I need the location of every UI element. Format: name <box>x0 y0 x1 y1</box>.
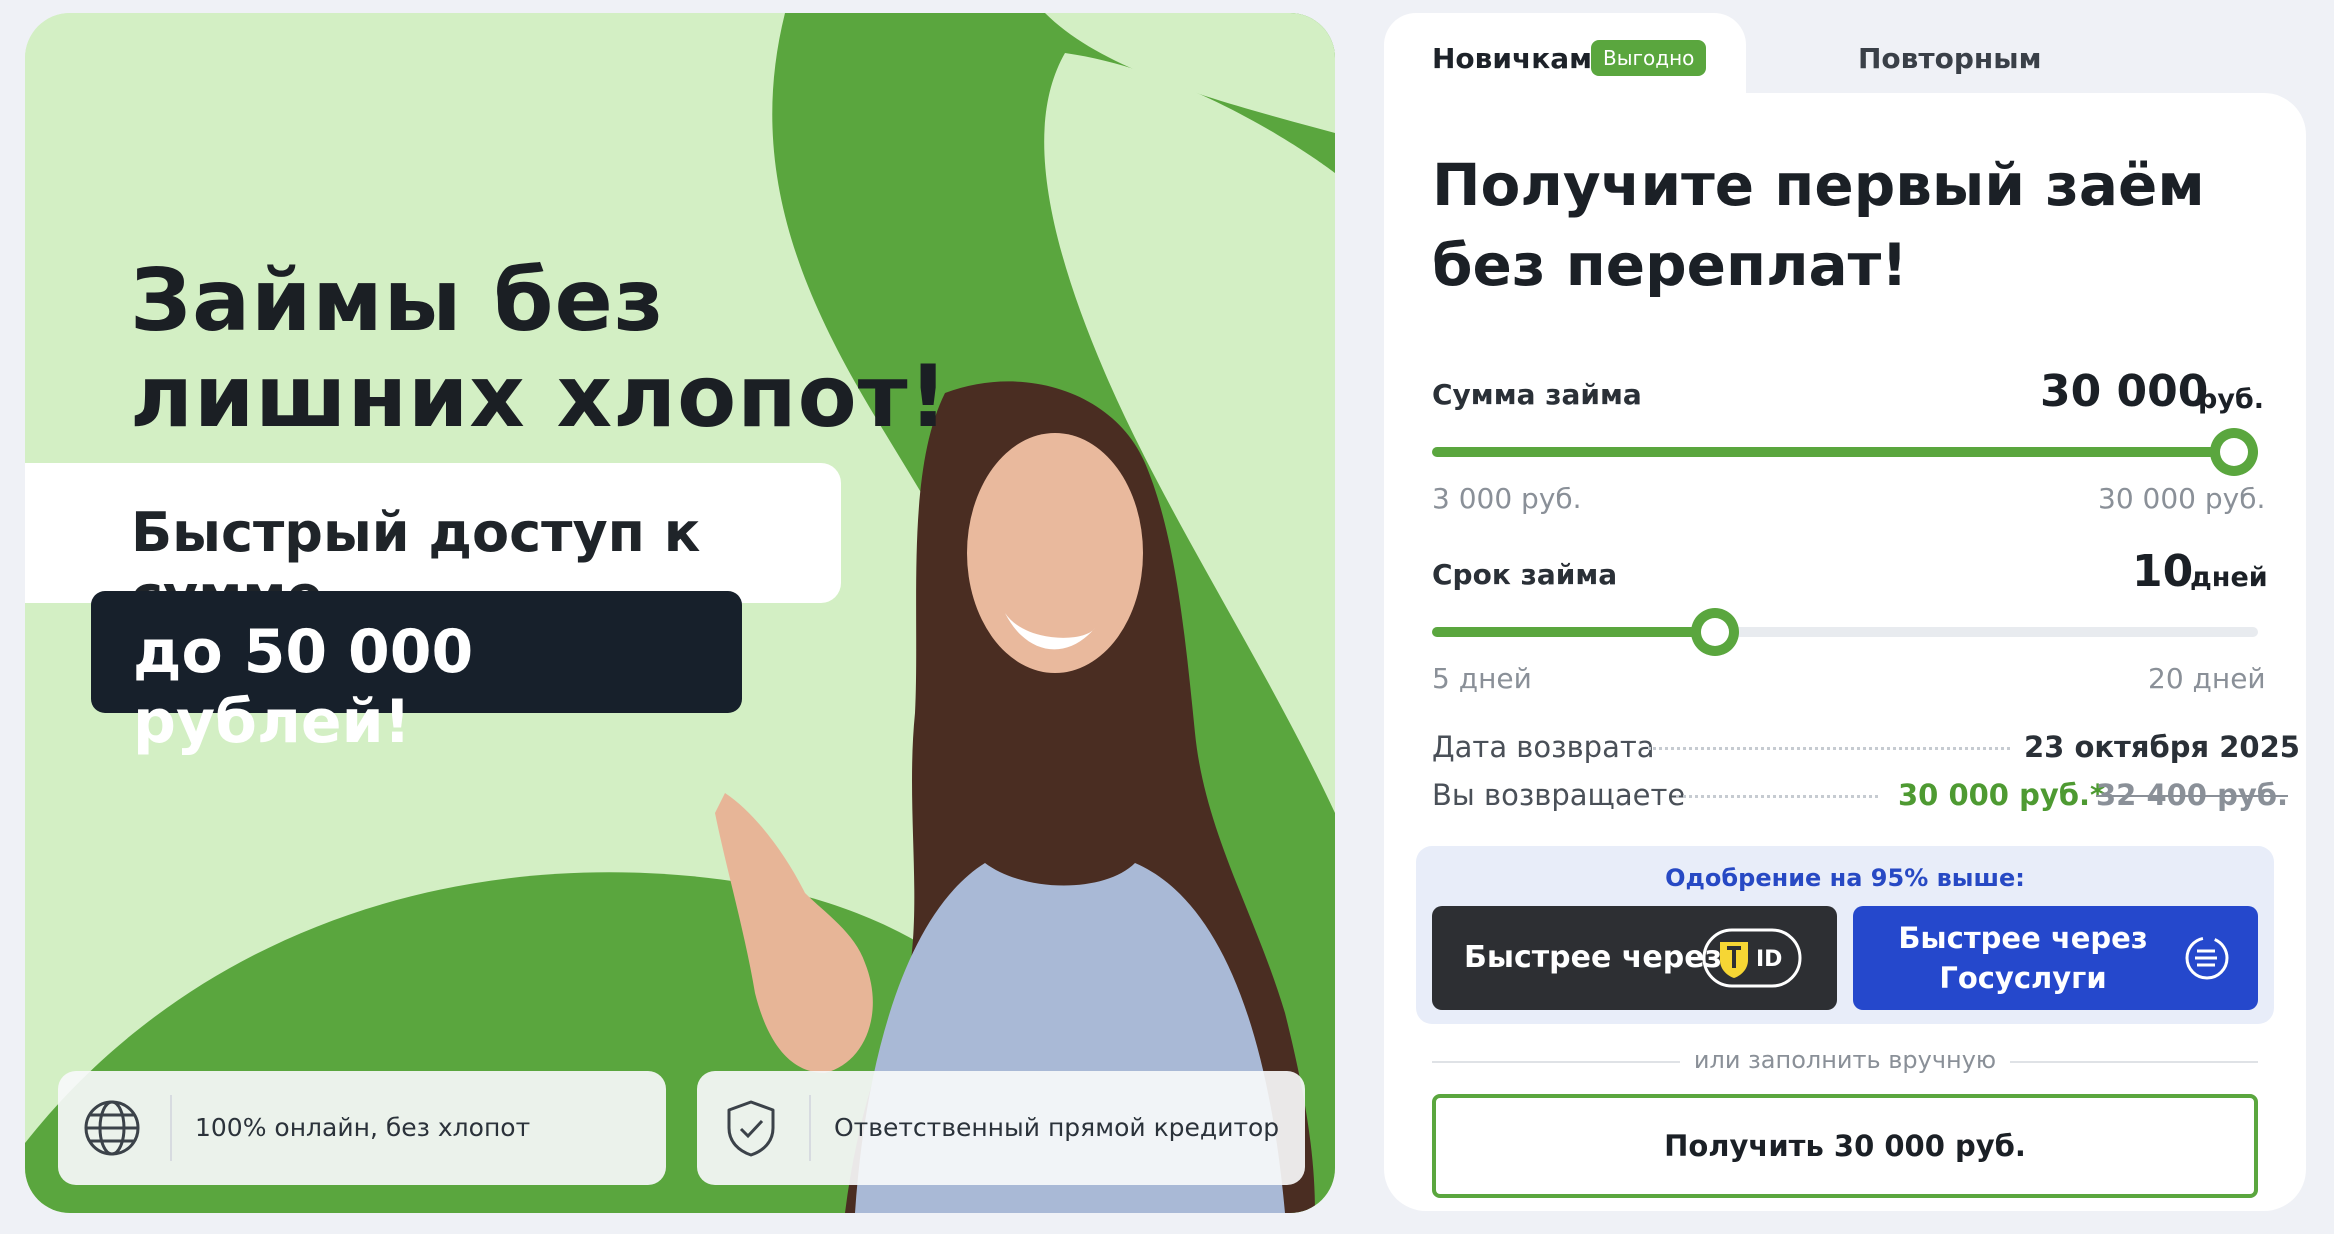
repay-value: 30 000 руб.* <box>1898 778 2106 812</box>
amount-min: 3 000 руб. <box>1432 482 1582 515</box>
term-slider-fill <box>1432 627 1715 637</box>
amount-slider-handle[interactable] <box>2210 428 2258 476</box>
or-text: или заполнить вручную <box>1693 1046 1997 1074</box>
headline-line-2: лишних хлопот! <box>130 347 949 447</box>
dotted-leader <box>1648 747 2010 750</box>
term-slider[interactable] <box>1432 608 2258 656</box>
promo-banner: Займы без лишних хлопот! Быстрый доступ … <box>25 13 1335 1213</box>
headline-line-1: Займы без <box>130 251 665 351</box>
gosuslugi-line-2: Госуслуги <box>1939 961 2107 995</box>
form-title: Получите первый заём без переплат! <box>1432 145 2205 305</box>
amount-unit: руб. <box>2198 384 2265 415</box>
feature-divider <box>809 1095 811 1161</box>
tab-returning[interactable]: Повторным <box>1858 42 2041 75</box>
repay-label: Вы возвращаете <box>1432 778 1686 812</box>
term-slider-handle[interactable] <box>1691 608 1739 656</box>
gosuslugi-button-label: Быстрее через Госуслуги <box>1853 918 2193 998</box>
return-date-value: 23 октября 2025 <box>2024 730 2300 764</box>
amount-slider[interactable] <box>1432 428 2258 476</box>
gosuslugi-line-1: Быстрее через <box>1898 921 2148 955</box>
get-loan-button[interactable]: Получить 30 000 руб. <box>1432 1094 2258 1198</box>
banner-strip: Быстрый доступ к сумме <box>25 463 841 627</box>
tab-newcomers-label[interactable]: Новичкам <box>1432 42 1592 75</box>
tid-logo-text: ID <box>1756 947 1782 972</box>
feature-creditor: Ответственный прямой кредитор <box>697 1071 1305 1185</box>
term-value: 10 <box>2132 546 2194 597</box>
feature-online: 100% онлайн, без хлопот <box>58 1071 666 1185</box>
term-label: Срок займа <box>1432 558 1618 591</box>
banner-amount-text: до 50 000 рублей! <box>133 617 474 757</box>
repay-old-value: 32 400 руб. <box>2096 778 2289 812</box>
banner-headline: Займы без лишних хлопот! <box>130 253 949 445</box>
form-title-line-2: без переплат! <box>1432 231 1908 299</box>
tid-login-button[interactable]: Быстрее через ID <box>1432 906 1837 1010</box>
approval-text: Одобрение на 95% выше: <box>1665 864 2025 892</box>
get-loan-button-label: Получить 30 000 руб. <box>1664 1129 2026 1163</box>
or-divider: или заполнить вручную <box>1432 1046 2258 1076</box>
term-max: 20 дней <box>2148 662 2266 695</box>
feature-online-text: 100% онлайн, без хлопот <box>195 1113 531 1142</box>
term-unit: дней <box>2190 562 2268 593</box>
feature-divider <box>170 1095 172 1161</box>
return-date-label: Дата возврата <box>1432 730 1655 764</box>
profit-badge: Выгодно <box>1591 40 1707 76</box>
gosuslugi-icon <box>2185 936 2229 980</box>
banner-amount-pill: до 50 000 рублей! <box>91 591 742 757</box>
gosuslugi-login-button[interactable]: Быстрее через Госуслуги <box>1853 906 2258 1010</box>
tid-logo-icon: ID <box>1702 928 1802 988</box>
dotted-leader <box>1676 795 1878 798</box>
amount-value: 30 000 <box>2040 366 2209 417</box>
amount-slider-fill <box>1432 447 2258 457</box>
amount-max: 30 000 руб. <box>2098 482 2266 515</box>
amount-label: Сумма займа <box>1432 378 1642 411</box>
feature-creditor-text: Ответственный прямой кредитор <box>834 1113 1280 1142</box>
tid-button-label: Быстрее через <box>1464 940 1722 975</box>
term-min: 5 дней <box>1432 662 1532 695</box>
globe-icon <box>84 1100 140 1156</box>
shield-check-icon <box>727 1100 775 1157</box>
form-title-line-1: Получите первый заём <box>1432 151 2205 219</box>
